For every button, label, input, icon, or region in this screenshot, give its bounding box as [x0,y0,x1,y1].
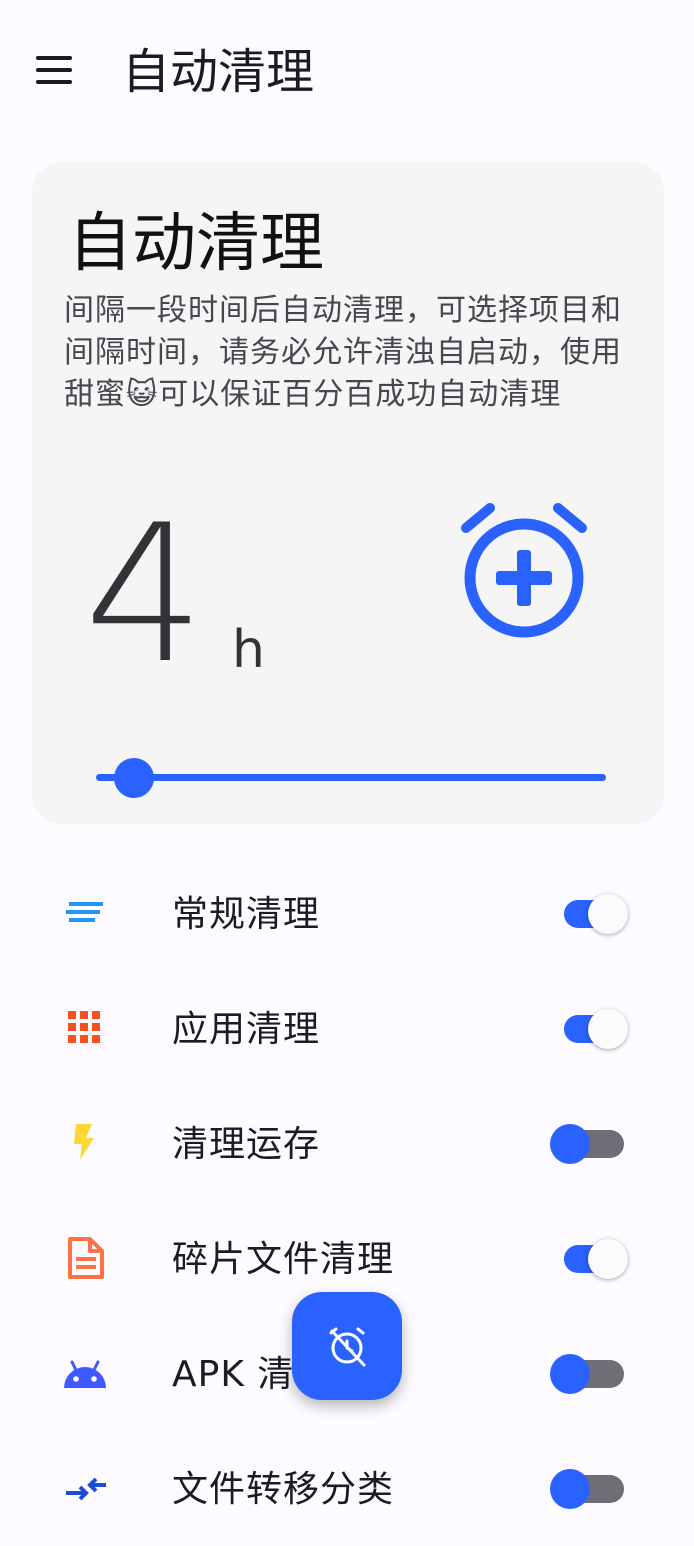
list-item-label: 碎片文件清理 [172,1239,395,1280]
interval-slider[interactable] [88,758,608,798]
add-alarm-icon[interactable] [456,496,592,642]
list-item-app-clean[interactable]: 应用清理 [0,971,694,1086]
list-item-regular-clean[interactable]: 常规清理 [0,856,694,971]
interval-value: 4 [84,484,205,705]
apk-clean-toggle[interactable] [548,1352,630,1396]
android-icon [60,1348,110,1398]
interval-unit: h [232,620,265,680]
card-description: 间隔一段时间后自动清理，可选择项目和间隔时间，请务必允许清浊自启动，使用甜蜜😺可… [64,293,622,412]
slider-thumb[interactable] [114,758,155,798]
list-item-memory-clean[interactable]: 清理运存 [0,1086,694,1201]
list-item-label: 文件转移分类 [172,1469,395,1510]
fragment-clean-toggle[interactable] [548,1237,630,1281]
grid-icon [60,1003,110,1053]
regular-clean-toggle[interactable] [548,892,630,936]
list-item-label: 常规清理 [172,894,321,935]
memory-clean-toggle[interactable] [548,1122,630,1166]
list-item-file-transfer[interactable]: 文件转移分类 [0,1431,694,1546]
list-item-label: APK 清 [172,1354,295,1395]
document-icon [60,1233,110,1283]
alarm-off-icon [329,1327,366,1367]
app-clean-toggle[interactable] [548,1007,630,1051]
list-item-label: 清理运存 [172,1124,321,1165]
menu-icon[interactable] [22,38,86,102]
alarm-off-fab[interactable] [292,1292,402,1400]
slider-track [96,774,606,781]
transfer-icon [60,1463,110,1513]
file-transfer-toggle[interactable] [548,1467,630,1511]
app-bar: 自动清理 [0,0,694,145]
lines-icon [60,888,110,938]
bolt-icon [60,1118,110,1168]
page-title: 自动清理 [122,44,315,100]
card-title: 自动清理 [68,207,324,281]
list-item-label: 应用清理 [172,1009,321,1050]
